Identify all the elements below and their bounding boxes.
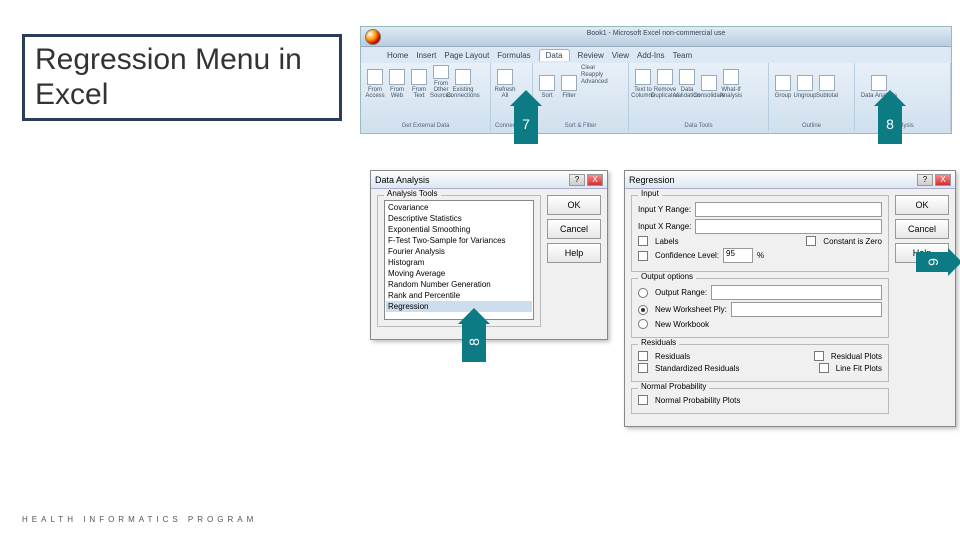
cancel-button[interactable]: Cancel [547,219,601,239]
help-icon[interactable]: ? [917,174,933,186]
std-residuals-checkbox[interactable] [638,363,648,373]
from-text-button[interactable]: From Text [409,65,429,99]
consolidate-button[interactable]: Consolidate [699,65,719,99]
dialog-title: Regression [629,175,675,185]
output-range-radio[interactable] [638,288,648,298]
group-button[interactable]: Group [773,65,793,99]
group-outline: Group Ungroup Subtotal Outline [769,63,855,131]
group-data-tools: Text to Columns Remove Duplicates Data V… [629,63,769,131]
list-item[interactable]: Exponential Smoothing [386,224,532,235]
tab-team[interactable]: Team [673,51,693,60]
normal-prob-group: Normal Probability Normal Probability Pl… [631,388,889,414]
list-item[interactable]: Rank and Percentile [386,290,532,301]
cancel-button[interactable]: Cancel [895,219,949,239]
existing-connections-button[interactable]: Existing Connections [453,65,473,99]
tab-page-layout[interactable]: Page Layout [444,51,489,60]
input-x-range[interactable] [695,219,882,234]
quick-access-toolbar: Book1 - Microsoft Excel non-commercial u… [361,27,951,47]
tab-review[interactable]: Review [578,51,604,60]
callout-8: 8 [462,322,486,362]
help-button[interactable]: Help [547,243,601,263]
slide-footer: HEALTH INFORMATICS PROGRAM [22,515,257,524]
normal-prob-plots-checkbox[interactable] [638,395,648,405]
confidence-value[interactable]: 95 [723,248,753,263]
residuals-group: Residuals Residuals Residual Plots Stand… [631,344,889,382]
from-access-button[interactable]: From Access [365,65,385,99]
help-icon[interactable]: ? [569,174,585,186]
regression-dialog: Regression ?X Input Input Y Range: Input… [624,170,956,427]
dialog-titlebar: Data Analysis ?X [371,171,607,189]
from-web-button[interactable]: From Web [387,65,407,99]
callout-8-top: 8 [878,104,902,144]
new-worksheet-input[interactable] [731,302,882,317]
whatif-button[interactable]: What-If Analysis [721,65,741,99]
analysis-tools-list[interactable]: Covariance Descriptive Statistics Expone… [384,200,534,320]
list-item[interactable]: Fourier Analysis [386,246,532,257]
labels-checkbox[interactable] [638,236,648,246]
remove-duplicates-button[interactable]: Remove Duplicates [655,65,675,99]
constant-zero-checkbox[interactable] [806,236,816,246]
list-item[interactable]: Histogram [386,257,532,268]
list-item[interactable]: Covariance [386,202,532,213]
output-group: Output options Output Range: New Workshe… [631,278,889,338]
list-item[interactable]: Descriptive Statistics [386,213,532,224]
filter-button[interactable]: Filter [559,65,579,99]
new-worksheet-radio[interactable] [638,305,648,315]
dialog-title: Data Analysis [375,175,430,185]
callout-7: 7 [514,104,538,144]
tab-insert[interactable]: Insert [416,51,436,60]
ok-button[interactable]: OK [547,195,601,215]
callout-9: 9 [916,252,950,272]
tab-home[interactable]: Home [387,51,408,60]
group-sort-filter: Sort Filter Clear Reapply Advanced Sort … [533,63,629,131]
list-item[interactable]: Random Number Generation [386,279,532,290]
window-title: Book1 - Microsoft Excel non-commercial u… [587,30,726,37]
new-workbook-radio[interactable] [638,319,648,329]
tab-view[interactable]: View [612,51,629,60]
residuals-checkbox[interactable] [638,351,648,361]
ok-button[interactable]: OK [895,195,949,215]
tab-data[interactable]: Data [539,49,570,61]
input-group: Input Input Y Range: Input X Range: Labe… [631,195,889,272]
slide-title-box: Regression Menu in Excel [22,34,342,121]
line-fit-plots-checkbox[interactable] [819,363,829,373]
list-item[interactable]: F-Test Two-Sample for Variances [386,235,532,246]
subtotal-button[interactable]: Subtotal [817,65,837,99]
close-icon[interactable]: X [935,174,951,186]
list-item[interactable]: Moving Average [386,268,532,279]
ribbon-tabs: Home Insert Page Layout Formulas Data Re… [361,47,951,63]
confidence-checkbox[interactable] [638,251,648,261]
text-to-columns-button[interactable]: Text to Columns [633,65,653,99]
ribbon-body: From Access From Web From Text From Othe… [361,63,951,131]
office-button-icon[interactable] [365,29,381,45]
output-range-input[interactable] [711,285,882,300]
close-icon[interactable]: X [587,174,603,186]
slide-title: Regression Menu in Excel [35,43,329,112]
excel-ribbon: Book1 - Microsoft Excel non-commercial u… [360,26,952,134]
group-get-external-data: From Access From Web From Text From Othe… [361,63,491,131]
tab-addins[interactable]: Add-Ins [637,51,665,60]
tab-formulas[interactable]: Formulas [497,51,530,60]
input-y-range[interactable] [695,202,882,217]
residual-plots-checkbox[interactable] [814,351,824,361]
ungroup-button[interactable]: Ungroup [795,65,815,99]
dialog-titlebar: Regression ?X [625,171,955,189]
